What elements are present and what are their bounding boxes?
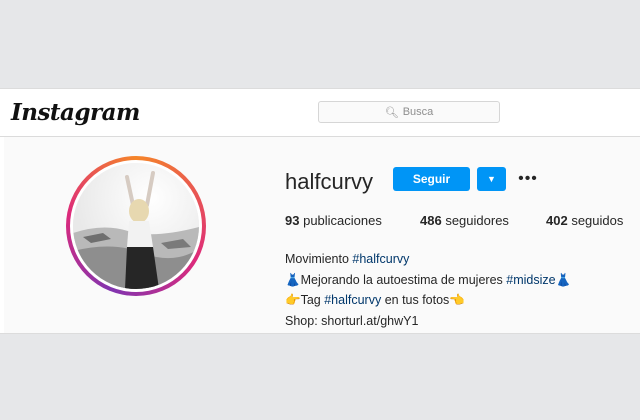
bio-text: Movimiento xyxy=(285,252,349,266)
search-icon: 🔍︎ xyxy=(384,106,399,119)
top-navbar: Instagram 🔍︎ Busca xyxy=(0,89,640,137)
search-input[interactable]: 🔍︎ Busca xyxy=(318,101,500,123)
caret-down-icon: ▼ xyxy=(487,174,496,184)
stat-following[interactable]: 402 seguidos xyxy=(546,213,623,228)
suggestions-dropdown-button[interactable]: ▼ xyxy=(477,167,506,191)
stat-followers[interactable]: 486 seguidores xyxy=(420,213,509,228)
dress-icon: 👗 xyxy=(285,271,301,287)
avatar[interactable] xyxy=(73,163,199,289)
followers-count: 486 xyxy=(420,213,442,228)
follow-button[interactable]: Seguir xyxy=(393,167,470,191)
pointing-left-icon: 👈 xyxy=(449,292,465,307)
following-count: 402 xyxy=(546,213,568,228)
more-horizontal-icon: ••• xyxy=(518,170,538,187)
dress-icon: 👗 xyxy=(555,271,572,287)
following-label: seguidos xyxy=(571,213,624,228)
profile-bio: Movimiento #halfcurvy 👗Mejorando la auto… xyxy=(285,249,571,331)
profile-username: halfcurvy xyxy=(285,169,374,194)
bio-line-3: 👉Tag #halfcurvy en tus fotos👈 xyxy=(285,290,571,311)
posts-count: 93 xyxy=(285,213,300,228)
avatar-photo xyxy=(73,163,199,289)
shop-link[interactable]: Shop: shorturl.at/ghwY1 xyxy=(285,314,418,328)
hashtag-link[interactable]: #midsize xyxy=(506,273,555,287)
hashtag-link[interactable]: #halfcurvy xyxy=(324,293,381,307)
bio-line-4: Shop: shorturl.at/ghwY1 xyxy=(285,311,571,332)
bio-line-1: Movimiento #halfcurvy xyxy=(285,249,571,270)
stat-posts: 93 publicaciones xyxy=(285,213,382,228)
bio-text: Mejorando la autoestima de mujeres xyxy=(300,272,503,287)
hashtag-link[interactable]: #halfcurvy xyxy=(352,252,409,266)
bio-line-2: 👗Mejorando la autoestima de mujeres #mid… xyxy=(285,270,571,291)
instagram-logo[interactable]: Instagram xyxy=(11,99,140,126)
search-placeholder: Busca xyxy=(402,106,434,118)
pointing-right-icon: 👉 xyxy=(285,292,301,307)
instagram-window: Instagram 🔍︎ Busca halfcurvy Seguir ▼ ••… xyxy=(0,88,640,334)
bio-text: Tag xyxy=(300,293,321,307)
more-options-button[interactable]: ••• xyxy=(517,169,539,189)
posts-label: publicaciones xyxy=(303,213,382,228)
bio-text: en tus fotos xyxy=(384,293,450,307)
followers-label: seguidores xyxy=(445,213,509,228)
